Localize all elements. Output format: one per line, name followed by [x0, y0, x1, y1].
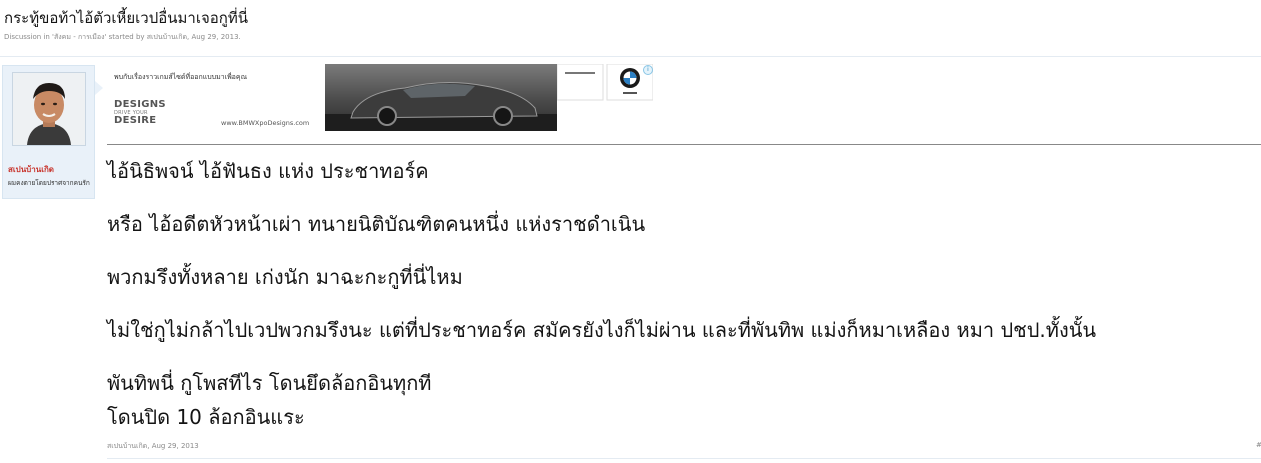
meta-middle: ' started by	[104, 33, 147, 41]
bmw-logo-icon	[556, 64, 653, 101]
message-line: พันทิพนี่ กูโพสทีไร โดนยึดล้อกอินทุกที	[107, 371, 432, 395]
meta-end: .	[238, 33, 241, 41]
thread-date: Aug 29, 2013	[191, 33, 239, 41]
post-permalink[interactable]: #	[1256, 441, 1261, 449]
ad-tagline: พบกับเรื่องราวเกมส์ไซด์ที่ออกแบบมาเพื่อค…	[114, 73, 248, 81]
forum-link[interactable]: สังคม - การเมือง	[54, 33, 105, 41]
message-line: โดนปิด 10 ล้อกอินแระ	[107, 405, 305, 429]
ad-car-image	[325, 64, 557, 131]
header-divider	[0, 56, 1261, 57]
message-user-info: สเปนบ้านเกิด ผมคงตายโดยปราศจากคนรัก	[2, 65, 95, 199]
user-title: ผมคงตายโดยปราศจากคนรัก	[8, 179, 90, 187]
ad-logo: DESIGNS DRIVE YOUR DESIRE	[114, 100, 166, 126]
ad-banner[interactable]: พบกับเรื่องราวเกมส์ไซด์ที่ออกแบบมาเพื่อค…	[107, 64, 653, 131]
ad-logo-line3: DESIRE	[114, 115, 157, 126]
car-icon	[325, 81, 557, 131]
message-line: ไอ้นิธิพจน์ ไอ้ฟันธง แห่ง ประชาทอร์ค	[107, 159, 429, 183]
ad-brand-panel	[556, 64, 653, 131]
avatar-image	[13, 73, 85, 145]
post-bottom-divider	[107, 458, 1261, 459]
user-name-link[interactable]: สเปนบ้านเกิด	[8, 163, 54, 176]
message-line: หรือ ไอ้อดีตหัวหน้าเผ่า ทนายนิติบัณฑิตคน…	[107, 212, 646, 236]
message-line: พวกมรึงทั้งหลาย เก่งนัก มาฉะกะกูที่นี่ไห…	[107, 265, 463, 289]
post-date-link[interactable]: Aug 29, 2013	[152, 442, 199, 450]
thread-author-link[interactable]: สเปนบ้านเกิด	[147, 33, 187, 41]
message-line: ไม่ใช่กูไม่กล้าไปเวปพวกมรึงนะ แต่ที่ประช…	[107, 318, 1097, 342]
thread-title: กระทู้ขอท้าไอ้ตัวเหี้ยเวปอื่นมาเจอกูที่น…	[4, 9, 248, 27]
avatar[interactable]	[12, 72, 86, 146]
ad-url: www.BMWXpoDesigns.com	[221, 119, 310, 127]
thread-meta: Discussion in 'สังคม - การเมือง' started…	[4, 32, 241, 43]
user-panel-arrow	[95, 81, 103, 95]
ad-logo-line1: DESIGNS	[114, 99, 166, 110]
meta-prefix: Discussion in '	[4, 33, 54, 41]
post-author-link[interactable]: สเปนบ้านเกิด	[107, 442, 147, 450]
adchoices-icon[interactable]: i	[643, 65, 653, 75]
signature-divider	[107, 144, 1261, 145]
post-footer-meta: สเปนบ้านเกิด, Aug 29, 2013	[107, 441, 199, 452]
